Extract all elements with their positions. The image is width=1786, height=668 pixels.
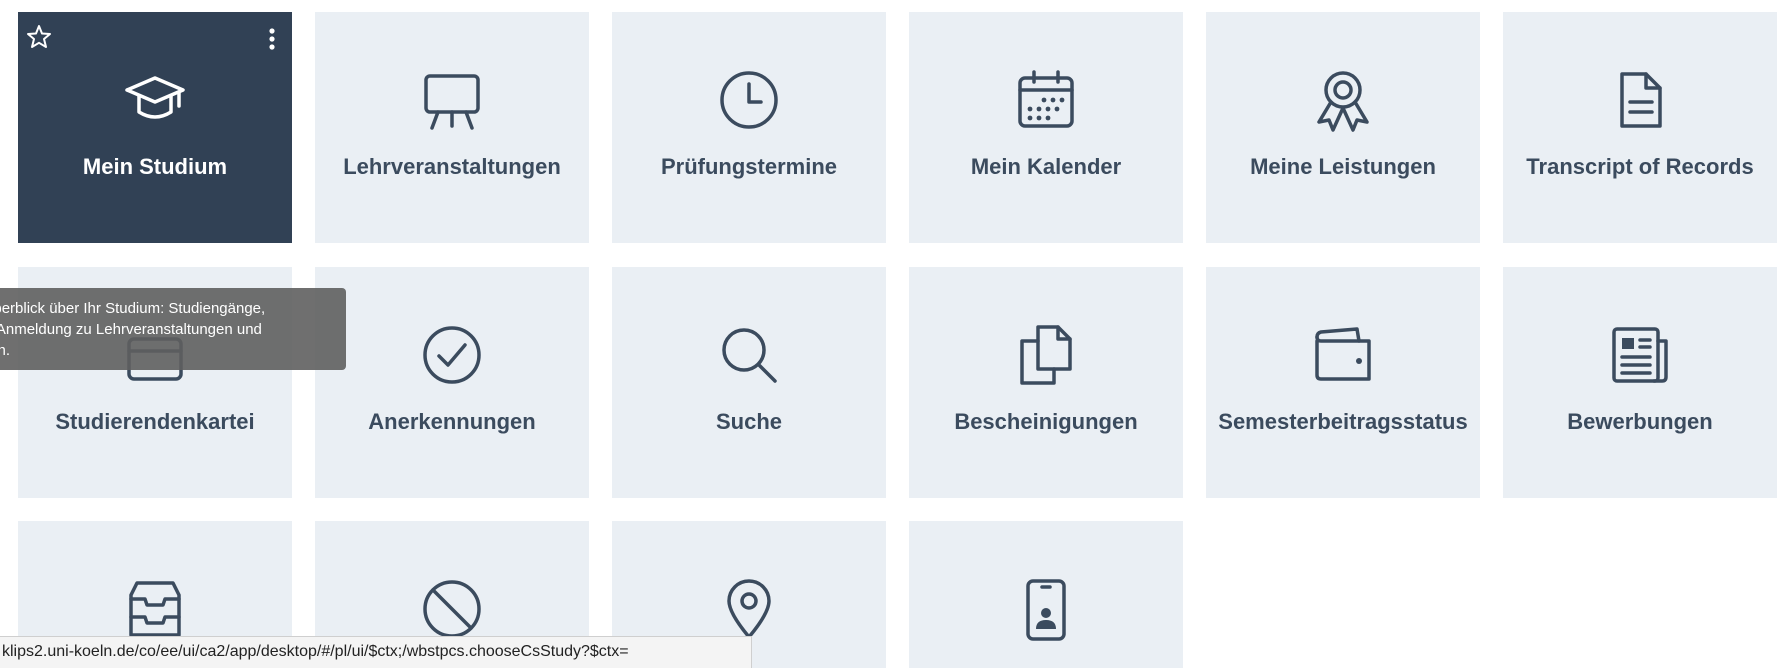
tile-mein-kalender[interactable]: Mein Kalender — [909, 12, 1183, 243]
app-tile-grid: Mein Studium Lehrveranstaltungen Prüfung… — [0, 0, 1786, 668]
tile-mobile-id[interactable] — [909, 521, 1183, 668]
tile-bescheinigungen[interactable]: Bescheinigungen — [909, 267, 1183, 498]
browser-status-bar: klips2.uni-koeln.de/co/ee/ui/ca2/app/des… — [0, 636, 752, 668]
tile-label: Transcript of Records — [1526, 154, 1754, 179]
award-ribbon-icon — [1311, 68, 1375, 132]
status-url: klips2.uni-koeln.de/co/ee/ui/ca2/app/des… — [2, 643, 629, 660]
check-circle-icon — [420, 323, 484, 387]
tile-label: Bewerbungen — [1567, 409, 1713, 434]
tile-label: Lehrveranstaltungen — [343, 154, 561, 179]
clock-icon — [717, 68, 781, 132]
tile-pruefungstermine[interactable]: Prüfungstermine — [612, 12, 886, 243]
tile-anerkennungen[interactable]: Anerkennungen — [315, 267, 589, 498]
prohibited-icon — [420, 577, 484, 641]
tile-suche[interactable]: Suche — [612, 267, 886, 498]
document-icon — [1608, 68, 1672, 132]
star-icon[interactable] — [24, 22, 54, 52]
tile-label: Prüfungstermine — [660, 154, 838, 179]
tile-label: Mein Studium — [82, 154, 228, 179]
copy-documents-icon — [1014, 323, 1078, 387]
newspaper-icon — [1608, 323, 1672, 387]
wallet-icon — [1311, 323, 1375, 387]
tile-label: Mein Kalender — [970, 154, 1122, 179]
tooltip-text: amtüberblick über Ihr Studium: Studiengä… — [0, 300, 266, 359]
graduation-cap-icon — [123, 68, 187, 132]
tile-transcript-of-records[interactable]: Transcript of Records — [1503, 12, 1777, 243]
tile-label: Suche — [715, 409, 783, 434]
tile-meine-leistungen[interactable]: Meine Leistungen — [1206, 12, 1480, 243]
mobile-id-icon — [1014, 577, 1078, 641]
search-icon — [717, 323, 781, 387]
inbox-tray-icon — [123, 577, 187, 641]
tile-bewerbungen[interactable]: Bewerbungen — [1503, 267, 1777, 498]
tile-lehrveranstaltungen[interactable]: Lehrveranstaltungen — [315, 12, 589, 243]
tile-label: Studierendenkartei — [55, 409, 255, 434]
tile-semesterbeitragsstatus[interactable]: Semesterbeitragsstatus — [1206, 267, 1480, 498]
presentation-board-icon — [420, 68, 484, 132]
tile-label: Meine Leistungen — [1250, 154, 1436, 179]
kebab-menu-icon[interactable] — [262, 26, 282, 56]
tile-label: Anerkennungen — [368, 409, 536, 434]
tile-mein-studium[interactable]: Mein Studium — [18, 12, 292, 243]
tile-label: Semesterbeitragsstatus — [1218, 409, 1468, 434]
tile-label: Bescheinigungen — [954, 409, 1138, 434]
map-pin-icon — [717, 577, 781, 641]
calendar-icon — [1014, 68, 1078, 132]
tooltip: amtüberblick über Ihr Studium: Studiengä… — [0, 288, 346, 370]
